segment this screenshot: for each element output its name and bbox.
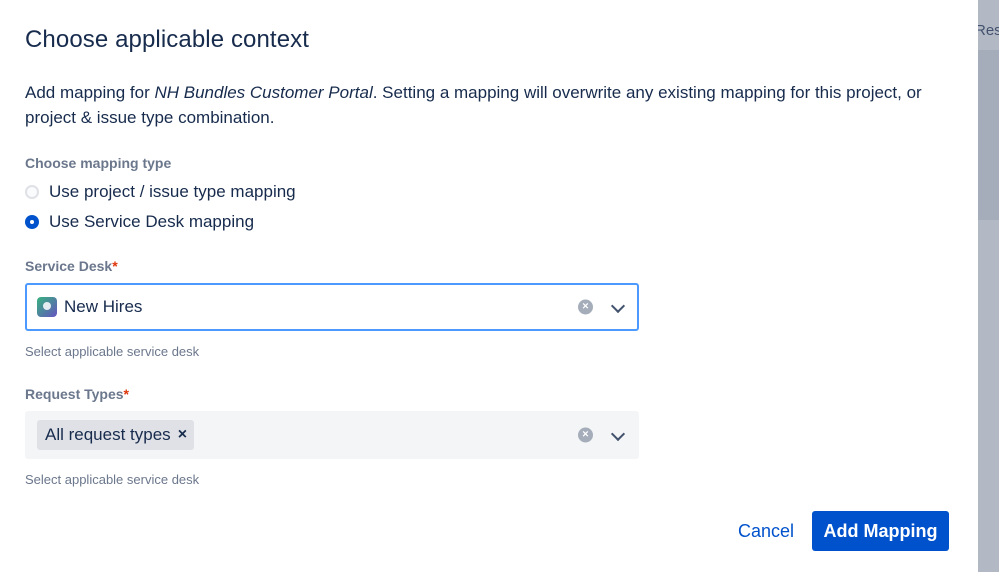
radio-checked-icon[interactable] — [25, 215, 39, 229]
request-types-select[interactable]: All request types × × — [25, 411, 639, 459]
description-prefix: Add mapping for — [25, 83, 155, 102]
dialog-title: Choose applicable context — [25, 26, 310, 53]
required-asterisk: * — [123, 386, 129, 402]
request-type-chip: All request types × — [37, 420, 195, 450]
clear-selection-icon[interactable]: × — [578, 427, 593, 443]
chip-remove-icon[interactable]: × — [178, 426, 187, 444]
dialog-description: Add mapping for NH Bundles Customer Port… — [25, 80, 955, 130]
service-desk-helper-text: Select applicable service desk — [25, 344, 200, 359]
radio-service-desk[interactable]: Use Service Desk mapping — [25, 212, 254, 232]
service-desk-label: Service Desk* — [25, 258, 118, 274]
choose-context-dialog: Choose applicable context Add mapping fo… — [0, 0, 978, 572]
radio-unchecked-icon[interactable] — [25, 185, 39, 199]
page-backdrop: Res — [975, 0, 999, 572]
clear-symbol: × — [582, 428, 589, 441]
backdrop-panel — [978, 50, 999, 220]
radio-service-desk-label: Use Service Desk mapping — [49, 212, 255, 231]
backdrop-partial-text: Res — [975, 22, 999, 39]
chevron-down-icon[interactable] — [610, 298, 626, 314]
chevron-down-icon[interactable] — [610, 426, 626, 442]
clear-symbol: × — [582, 300, 589, 313]
description-project-name: NH Bundles Customer Portal — [154, 83, 373, 102]
request-type-chip-label: All request types — [45, 425, 171, 444]
mapping-type-label: Choose mapping type — [25, 155, 172, 171]
request-types-label-text: Request Types — [25, 386, 124, 402]
request-types-helper-text: Select applicable service desk — [25, 472, 200, 487]
radio-project-issue-type-label: Use project / issue type mapping — [49, 182, 296, 201]
clear-selection-icon[interactable]: × — [578, 299, 593, 315]
cancel-button[interactable]: Cancel — [730, 511, 802, 551]
required-asterisk: * — [112, 258, 118, 274]
service-desk-label-text: Service Desk — [25, 258, 113, 274]
service-desk-select[interactable]: New Hires × — [25, 283, 639, 331]
service-desk-selected-value: New Hires — [64, 297, 143, 316]
service-desk-avatar-icon — [37, 297, 57, 317]
add-mapping-button[interactable]: Add Mapping — [812, 511, 949, 551]
radio-project-issue-type[interactable]: Use project / issue type mapping — [25, 182, 296, 202]
request-types-label: Request Types* — [25, 386, 129, 402]
